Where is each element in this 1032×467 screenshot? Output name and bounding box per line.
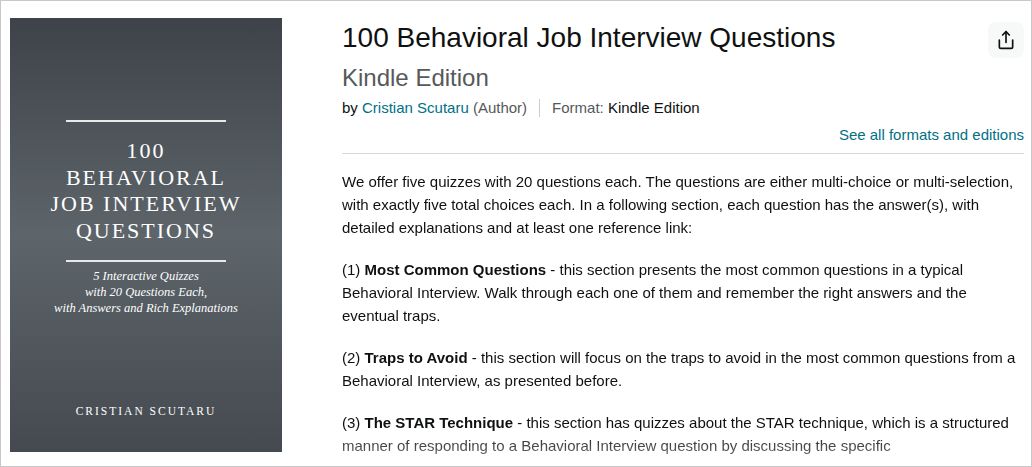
section-title: The STAR Technique bbox=[365, 414, 514, 431]
share-button[interactable] bbox=[988, 22, 1024, 58]
author-link[interactable]: Cristian Scutaru bbox=[362, 98, 469, 118]
cover-title-line: JOB INTERVIEW bbox=[50, 191, 241, 218]
product-details: 100 Behavioral Job Interview Questions Ki… bbox=[342, 18, 1024, 467]
cover-author: CRISTIAN SCUTARU bbox=[76, 403, 217, 420]
book-cover[interactable]: 100BEHAVIORALJOB INTERVIEWQUESTIONS 5 Int… bbox=[10, 18, 282, 452]
format-value: Kindle Edition bbox=[608, 98, 700, 118]
product-page: 100BEHAVIORALJOB INTERVIEWQUESTIONS 5 Int… bbox=[0, 0, 1032, 467]
cover-subtitle: 5 Interactive Quizzeswith 20 Questions E… bbox=[54, 268, 238, 316]
cover-title-line: BEHAVIORAL bbox=[66, 165, 226, 192]
byline-divider bbox=[539, 99, 540, 117]
byline: by Cristian Scutaru (Author) Format: Kind… bbox=[342, 98, 1024, 118]
section-title: Traps to Avoid bbox=[365, 349, 468, 366]
share-icon bbox=[996, 30, 1016, 50]
author-role: (Author) bbox=[469, 98, 527, 118]
title-row: 100 Behavioral Job Interview Questions bbox=[342, 18, 1024, 58]
by-label: by bbox=[342, 98, 362, 118]
description-section: (3) The STAR Technique - this section ha… bbox=[342, 411, 1024, 457]
cover-title: 100BEHAVIORALJOB INTERVIEWQUESTIONS bbox=[50, 138, 241, 244]
see-all-link[interactable]: See all formats and editions bbox=[839, 125, 1024, 145]
cover-subtitle-line: with Answers and Rich Explanations bbox=[54, 300, 238, 316]
cover-title-line: QUESTIONS bbox=[76, 218, 216, 245]
cover-rule bbox=[66, 260, 226, 262]
section-title: Most Common Questions bbox=[365, 261, 547, 278]
edition: Kindle Edition bbox=[342, 62, 1024, 94]
description-intro: We offer five quizzes with 20 questions … bbox=[342, 170, 1024, 239]
cover-subtitle-line: with 20 Questions Each, bbox=[85, 284, 207, 300]
cover-subtitle-line: 5 Interactive Quizzes bbox=[93, 268, 199, 284]
cover-title-line: 100 bbox=[126, 138, 165, 165]
product-title: 100 Behavioral Job Interview Questions bbox=[342, 20, 835, 56]
see-all-row: See all formats and editions bbox=[342, 125, 1024, 154]
description: We offer five quizzes with 20 questions … bbox=[342, 170, 1024, 467]
format-label: Format: bbox=[552, 98, 608, 118]
description-section: (2) Traps to Avoid - this section will f… bbox=[342, 346, 1024, 392]
cover-rule bbox=[66, 120, 226, 122]
description-section: (1) Most Common Questions - this section… bbox=[342, 258, 1024, 327]
